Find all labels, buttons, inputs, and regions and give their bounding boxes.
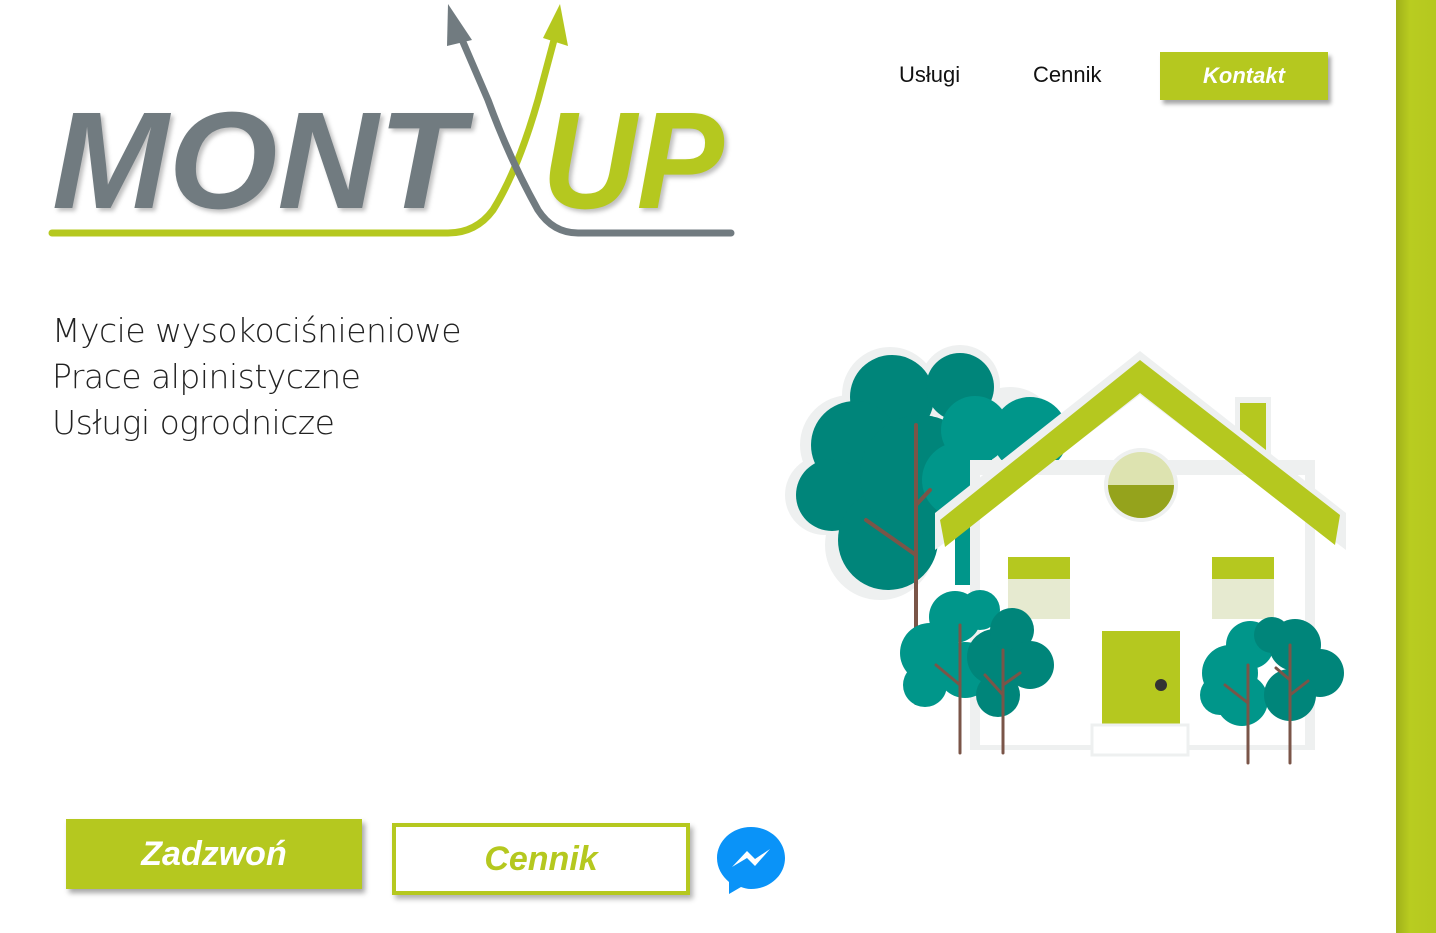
service-item: Mycie wysokociśnieniowe	[52, 311, 462, 350]
service-item: Usługi ogrodnicze	[52, 403, 335, 442]
logo-text-left: MONT	[52, 84, 474, 238]
service-item: Prace alpinistyczne	[52, 357, 361, 396]
main-nav: Usługi Cennik Kontakt	[880, 52, 1340, 100]
nav-link-services[interactable]: Usługi	[899, 62, 960, 88]
messenger-icon[interactable]	[714, 823, 788, 897]
logo-graphic: MONT UP	[48, 4, 735, 238]
pricing-button[interactable]: Cennik	[392, 823, 690, 895]
messenger-icon-graphic	[717, 827, 785, 894]
house-illustration	[780, 335, 1360, 775]
contact-button[interactable]: Kontakt	[1160, 52, 1328, 100]
call-button[interactable]: Zadzwoń	[66, 819, 362, 889]
logo[interactable]: MONT UP	[48, 0, 738, 245]
house-illustration-graphic	[785, 345, 1346, 765]
logo-text-right: UP	[542, 84, 725, 238]
page: MONT UP Usługi Cennik Kontakt Mycie wyso…	[0, 0, 1436, 933]
side-accent-bar	[1396, 0, 1436, 933]
nav-link-pricing[interactable]: Cennik	[1033, 62, 1101, 88]
services-list: Mycie wysokociśnieniowe Prace alpinistyc…	[52, 308, 612, 446]
